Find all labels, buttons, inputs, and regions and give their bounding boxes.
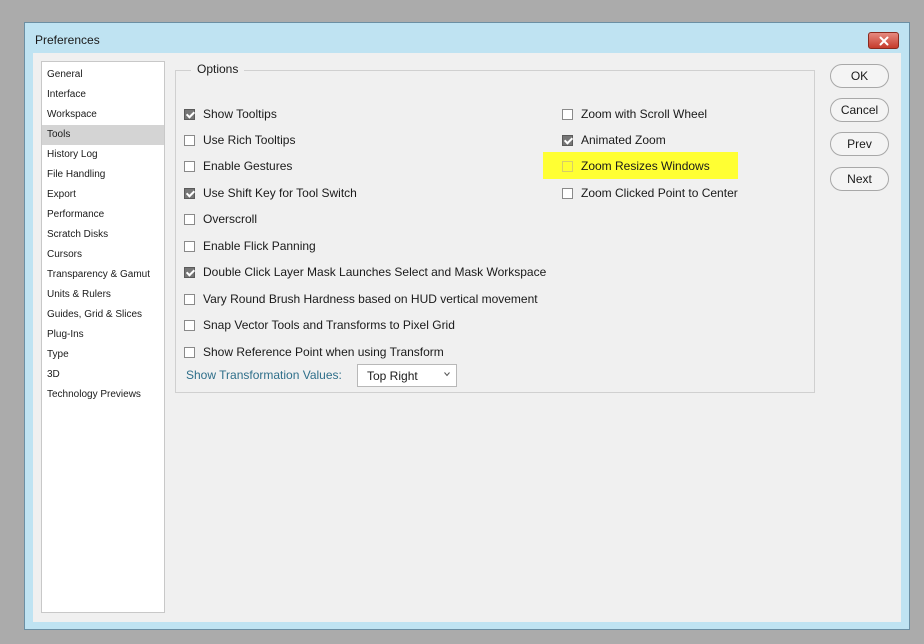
overscroll-option[interactable]: Overscroll bbox=[184, 210, 257, 228]
animated-zoom-checkbox[interactable] bbox=[562, 134, 573, 146]
options-legend: Options bbox=[191, 62, 245, 76]
chevron-down-icon bbox=[444, 372, 450, 377]
sidebar-item-type[interactable]: Type bbox=[42, 345, 164, 365]
sidebar-item-scratch-disks[interactable]: Scratch Disks bbox=[42, 225, 164, 245]
zoom-clicked-point-option[interactable]: Zoom Clicked Point to Center bbox=[562, 184, 738, 202]
layer-mask-select-mask-checkbox[interactable] bbox=[184, 266, 195, 278]
enable-gestures-checkbox[interactable] bbox=[184, 160, 195, 172]
overscroll-label: Overscroll bbox=[203, 212, 258, 226]
layer-mask-select-mask-label: Double Click Layer Mask Launches Select … bbox=[203, 265, 547, 279]
zoom-scroll-wheel-checkbox[interactable] bbox=[562, 108, 573, 120]
next-button[interactable]: Next bbox=[830, 167, 889, 191]
sidebar-item-performance[interactable]: Performance bbox=[42, 205, 164, 225]
window-title: Preferences bbox=[35, 33, 100, 47]
flick-panning-label: Enable Flick Panning bbox=[203, 239, 316, 253]
zoom-clicked-point-checkbox[interactable] bbox=[562, 187, 573, 199]
sidebar-item-technology-previews[interactable]: Technology Previews bbox=[42, 385, 164, 405]
brush-hardness-hud-checkbox[interactable] bbox=[184, 293, 195, 305]
flick-panning-checkbox[interactable] bbox=[184, 240, 195, 252]
shift-key-tool-switch-label: Use Shift Key for Tool Switch bbox=[203, 186, 357, 200]
dialog-client-area: General Interface Workspace Tools Histor… bbox=[33, 53, 901, 622]
zoom-scroll-wheel-label: Zoom with Scroll Wheel bbox=[581, 107, 708, 121]
transformation-values-label: Show Transformation Values: bbox=[186, 368, 342, 382]
preferences-window: Preferences General Interface Workspace … bbox=[24, 22, 910, 630]
sidebar-item-3d[interactable]: 3D bbox=[42, 365, 164, 385]
sidebar-item-tools[interactable]: Tools bbox=[42, 125, 164, 145]
reference-point-label: Show Reference Point when using Transfor… bbox=[203, 345, 444, 359]
zoom-resizes-windows-label: Zoom Resizes Windows bbox=[581, 159, 710, 173]
category-list[interactable]: General Interface Workspace Tools Histor… bbox=[41, 61, 165, 613]
animated-zoom-option[interactable]: Animated Zoom bbox=[562, 131, 666, 149]
enable-gestures-option[interactable]: Enable Gestures bbox=[184, 157, 292, 175]
sidebar-item-general[interactable]: General bbox=[42, 65, 164, 85]
show-tooltips-option[interactable]: Show Tooltips bbox=[184, 105, 277, 123]
zoom-scroll-wheel-option[interactable]: Zoom with Scroll Wheel bbox=[562, 105, 707, 123]
zoom-resizes-windows-checkbox[interactable] bbox=[562, 160, 573, 172]
sidebar-item-units-rulers[interactable]: Units & Rulers bbox=[42, 285, 164, 305]
animated-zoom-label: Animated Zoom bbox=[581, 133, 666, 147]
sidebar-item-history-log[interactable]: History Log bbox=[42, 145, 164, 165]
ok-button[interactable]: OK bbox=[830, 64, 889, 88]
shift-key-tool-switch-checkbox[interactable] bbox=[184, 187, 195, 199]
snap-vector-tools-label: Snap Vector Tools and Transforms to Pixe… bbox=[203, 318, 455, 332]
show-tooltips-checkbox[interactable] bbox=[184, 108, 195, 120]
zoom-clicked-point-label: Zoom Clicked Point to Center bbox=[581, 186, 738, 200]
close-button[interactable] bbox=[868, 32, 899, 49]
shift-key-tool-switch-option[interactable]: Use Shift Key for Tool Switch bbox=[184, 184, 357, 202]
brush-hardness-hud-label: Vary Round Brush Hardness based on HUD v… bbox=[203, 292, 538, 306]
snap-vector-tools-checkbox[interactable] bbox=[184, 319, 195, 331]
cancel-button[interactable]: Cancel bbox=[830, 98, 889, 122]
enable-gestures-label: Enable Gestures bbox=[203, 159, 293, 173]
rich-tooltips-label: Use Rich Tooltips bbox=[203, 133, 296, 147]
title-bar[interactable]: Preferences bbox=[25, 23, 909, 53]
reference-point-checkbox[interactable] bbox=[184, 346, 195, 358]
snap-vector-tools-option[interactable]: Snap Vector Tools and Transforms to Pixe… bbox=[184, 316, 455, 334]
sidebar-item-guides-grid-slices[interactable]: Guides, Grid & Slices bbox=[42, 305, 164, 325]
transformation-values-selected: Top Right bbox=[367, 368, 418, 383]
sidebar-item-workspace[interactable]: Workspace bbox=[42, 105, 164, 125]
reference-point-option[interactable]: Show Reference Point when using Transfor… bbox=[184, 343, 444, 361]
sidebar-item-cursors[interactable]: Cursors bbox=[42, 245, 164, 265]
sidebar-item-transparency-gamut[interactable]: Transparency & Gamut bbox=[42, 265, 164, 285]
sidebar-item-plug-ins[interactable]: Plug-Ins bbox=[42, 325, 164, 345]
layer-mask-select-mask-option[interactable]: Double Click Layer Mask Launches Select … bbox=[184, 263, 546, 281]
sidebar-item-file-handling[interactable]: File Handling bbox=[42, 165, 164, 185]
flick-panning-option[interactable]: Enable Flick Panning bbox=[184, 237, 316, 255]
zoom-resizes-windows-option[interactable]: Zoom Resizes Windows bbox=[562, 157, 710, 175]
prev-button[interactable]: Prev bbox=[830, 132, 889, 156]
rich-tooltips-checkbox[interactable] bbox=[184, 134, 195, 146]
rich-tooltips-option[interactable]: Use Rich Tooltips bbox=[184, 131, 295, 149]
show-tooltips-label: Show Tooltips bbox=[203, 107, 277, 121]
sidebar-item-interface[interactable]: Interface bbox=[42, 85, 164, 105]
sidebar-item-export[interactable]: Export bbox=[42, 185, 164, 205]
transformation-values-select[interactable]: Top Right bbox=[357, 364, 457, 387]
overscroll-checkbox[interactable] bbox=[184, 213, 195, 225]
brush-hardness-hud-option[interactable]: Vary Round Brush Hardness based on HUD v… bbox=[184, 290, 538, 308]
close-icon bbox=[879, 36, 888, 45]
